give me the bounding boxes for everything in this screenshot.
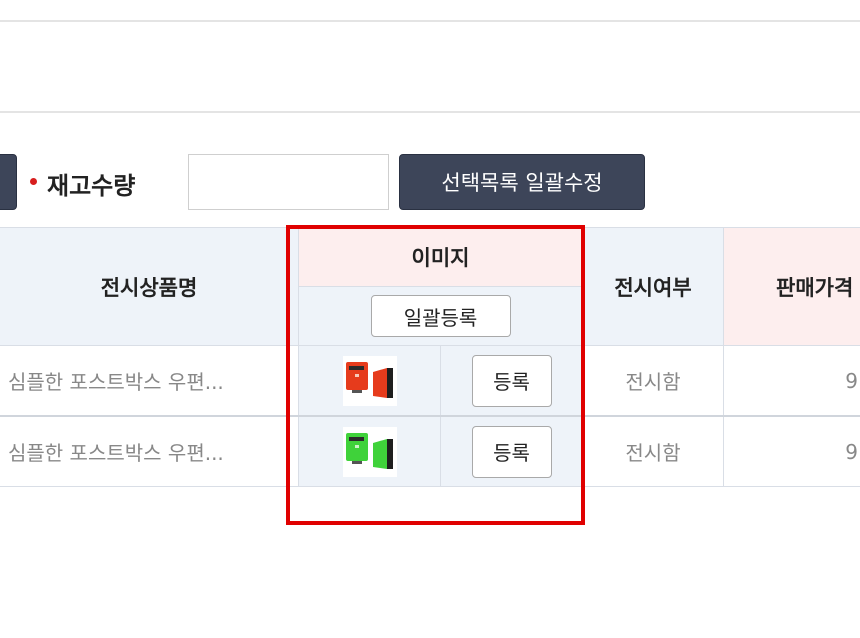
required-bullet [30,178,37,185]
header-image-sub: 일괄등록 [299,287,582,345]
table-row: 심플한 포스트박스 우편... 등록 전시함 9 [0,345,860,415]
header-image: 이미지 [299,227,582,287]
image-batch-register-button[interactable]: 일괄등록 [370,295,511,337]
register-image-button[interactable]: 등록 [471,425,552,478]
row-thumbnail-cell [299,346,441,415]
row-sale-price: 9 [845,368,858,393]
table-row: 심플한 포스트박스 우편... 등록 전시함 9 [0,415,860,487]
row-thumbnail-cell [299,417,441,486]
header-product-name: 전시상품명 [0,227,299,345]
batch-edit-selected-button[interactable]: 선택목록 일괄수정 [399,154,645,210]
row-register-cell: 등록 [441,417,582,486]
product-table: 전시상품명 이미지 일괄등록 전시여부 판매가격 심플한 포스트박스 우편...… [0,227,860,487]
row-register-cell: 등록 [441,346,582,415]
row-sale-price: 9 [845,439,858,464]
register-image-button[interactable]: 등록 [471,354,552,407]
row-product-name: 심플한 포스트박스 우편... [0,346,299,415]
stock-quantity-label: 재고수량 [47,172,136,200]
section-divider [0,111,860,113]
partial-left-button[interactable] [0,154,17,210]
header-display-status: 전시여부 [582,227,724,345]
row-product-name: 심플한 포스트박스 우편... [0,417,299,486]
top-divider [0,20,860,22]
stock-quantity-input[interactable] [188,154,389,210]
green-postbox-thumbnail-icon[interactable] [342,426,397,477]
red-postbox-thumbnail-icon[interactable] [342,355,397,406]
row-display-status: 전시함 [582,417,724,486]
row-display-status: 전시함 [582,346,724,415]
header-sale-price: 판매가격 [724,227,860,345]
